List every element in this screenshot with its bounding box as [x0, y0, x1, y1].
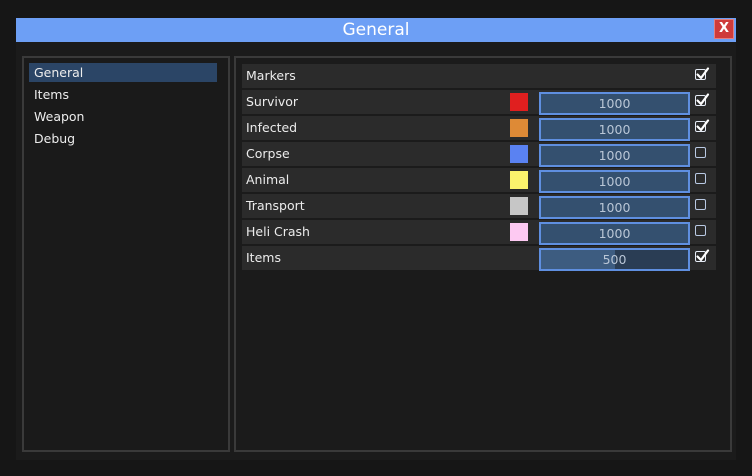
distance-value: 1000	[598, 174, 631, 189]
settings-panel: Markers Survivor 1000 Infected 1000 Corp…	[234, 56, 732, 452]
markers-checkbox[interactable]	[695, 67, 710, 80]
color-swatch[interactable]	[510, 119, 528, 137]
title-bar[interactable]: General X	[16, 18, 736, 42]
color-swatch[interactable]	[510, 171, 528, 189]
distance-value: 1000	[598, 226, 631, 241]
markers-header-row: Markers	[242, 64, 716, 88]
marker-label: Transport	[246, 198, 305, 213]
marker-checkbox[interactable]	[695, 199, 706, 210]
marker-label: Heli Crash	[246, 224, 310, 239]
distance-input[interactable]: 1000	[539, 196, 690, 219]
distance-value: 1000	[598, 96, 631, 111]
color-swatch[interactable]	[510, 145, 528, 163]
marker-label: Animal	[246, 172, 290, 187]
marker-label: Corpse	[246, 146, 290, 161]
checkmark-icon	[696, 119, 710, 132]
marker-row-infected: Infected 1000	[242, 116, 716, 141]
marker-label: Infected	[246, 120, 298, 135]
sidebar-item-debug[interactable]: Debug	[29, 129, 217, 148]
distance-value: 1000	[598, 200, 631, 215]
marker-checkbox[interactable]	[695, 173, 706, 184]
sidebar-item-general[interactable]: General	[29, 63, 217, 82]
checkmark-icon	[696, 249, 710, 262]
sidebar-item-items[interactable]: Items	[29, 85, 217, 104]
items-distance-slider[interactable]: 500	[539, 248, 690, 271]
window-title: General	[342, 20, 410, 40]
marker-row-corpse: Corpse 1000	[242, 142, 716, 167]
marker-checkbox[interactable]	[695, 147, 706, 158]
marker-row-animal: Animal 1000	[242, 168, 716, 193]
color-swatch[interactable]	[510, 197, 528, 215]
distance-value: 1000	[598, 148, 631, 163]
markers-label: Markers	[246, 68, 296, 83]
sidebar: General Items Weapon Debug	[22, 56, 230, 452]
marker-label: Survivor	[246, 94, 299, 109]
marker-label: Items	[246, 250, 281, 265]
marker-row-transport: Transport 1000	[242, 194, 716, 219]
distance-value: 500	[602, 252, 627, 267]
distance-input[interactable]: 1000	[539, 222, 690, 245]
marker-checkbox[interactable]	[695, 119, 710, 132]
distance-input[interactable]: 1000	[539, 92, 690, 115]
distance-value: 1000	[598, 122, 631, 137]
color-swatch[interactable]	[510, 223, 528, 241]
distance-input[interactable]: 1000	[539, 144, 690, 167]
settings-window: General X General Items Weapon Debug Mar…	[0, 0, 752, 476]
distance-input[interactable]: 1000	[539, 170, 690, 193]
close-button[interactable]: X	[714, 19, 734, 39]
checkmark-icon	[696, 93, 710, 106]
marker-row-heli-crash: Heli Crash 1000	[242, 220, 716, 245]
color-swatch[interactable]	[510, 93, 528, 111]
items-checkbox[interactable]	[695, 249, 710, 262]
marker-row-survivor: Survivor 1000	[242, 90, 716, 115]
sidebar-item-weapon[interactable]: Weapon	[29, 107, 217, 126]
marker-checkbox[interactable]	[695, 93, 710, 106]
distance-input[interactable]: 1000	[539, 118, 690, 141]
checkmark-icon	[696, 67, 710, 80]
marker-checkbox[interactable]	[695, 225, 706, 236]
marker-row-items: Items 500	[242, 246, 716, 271]
